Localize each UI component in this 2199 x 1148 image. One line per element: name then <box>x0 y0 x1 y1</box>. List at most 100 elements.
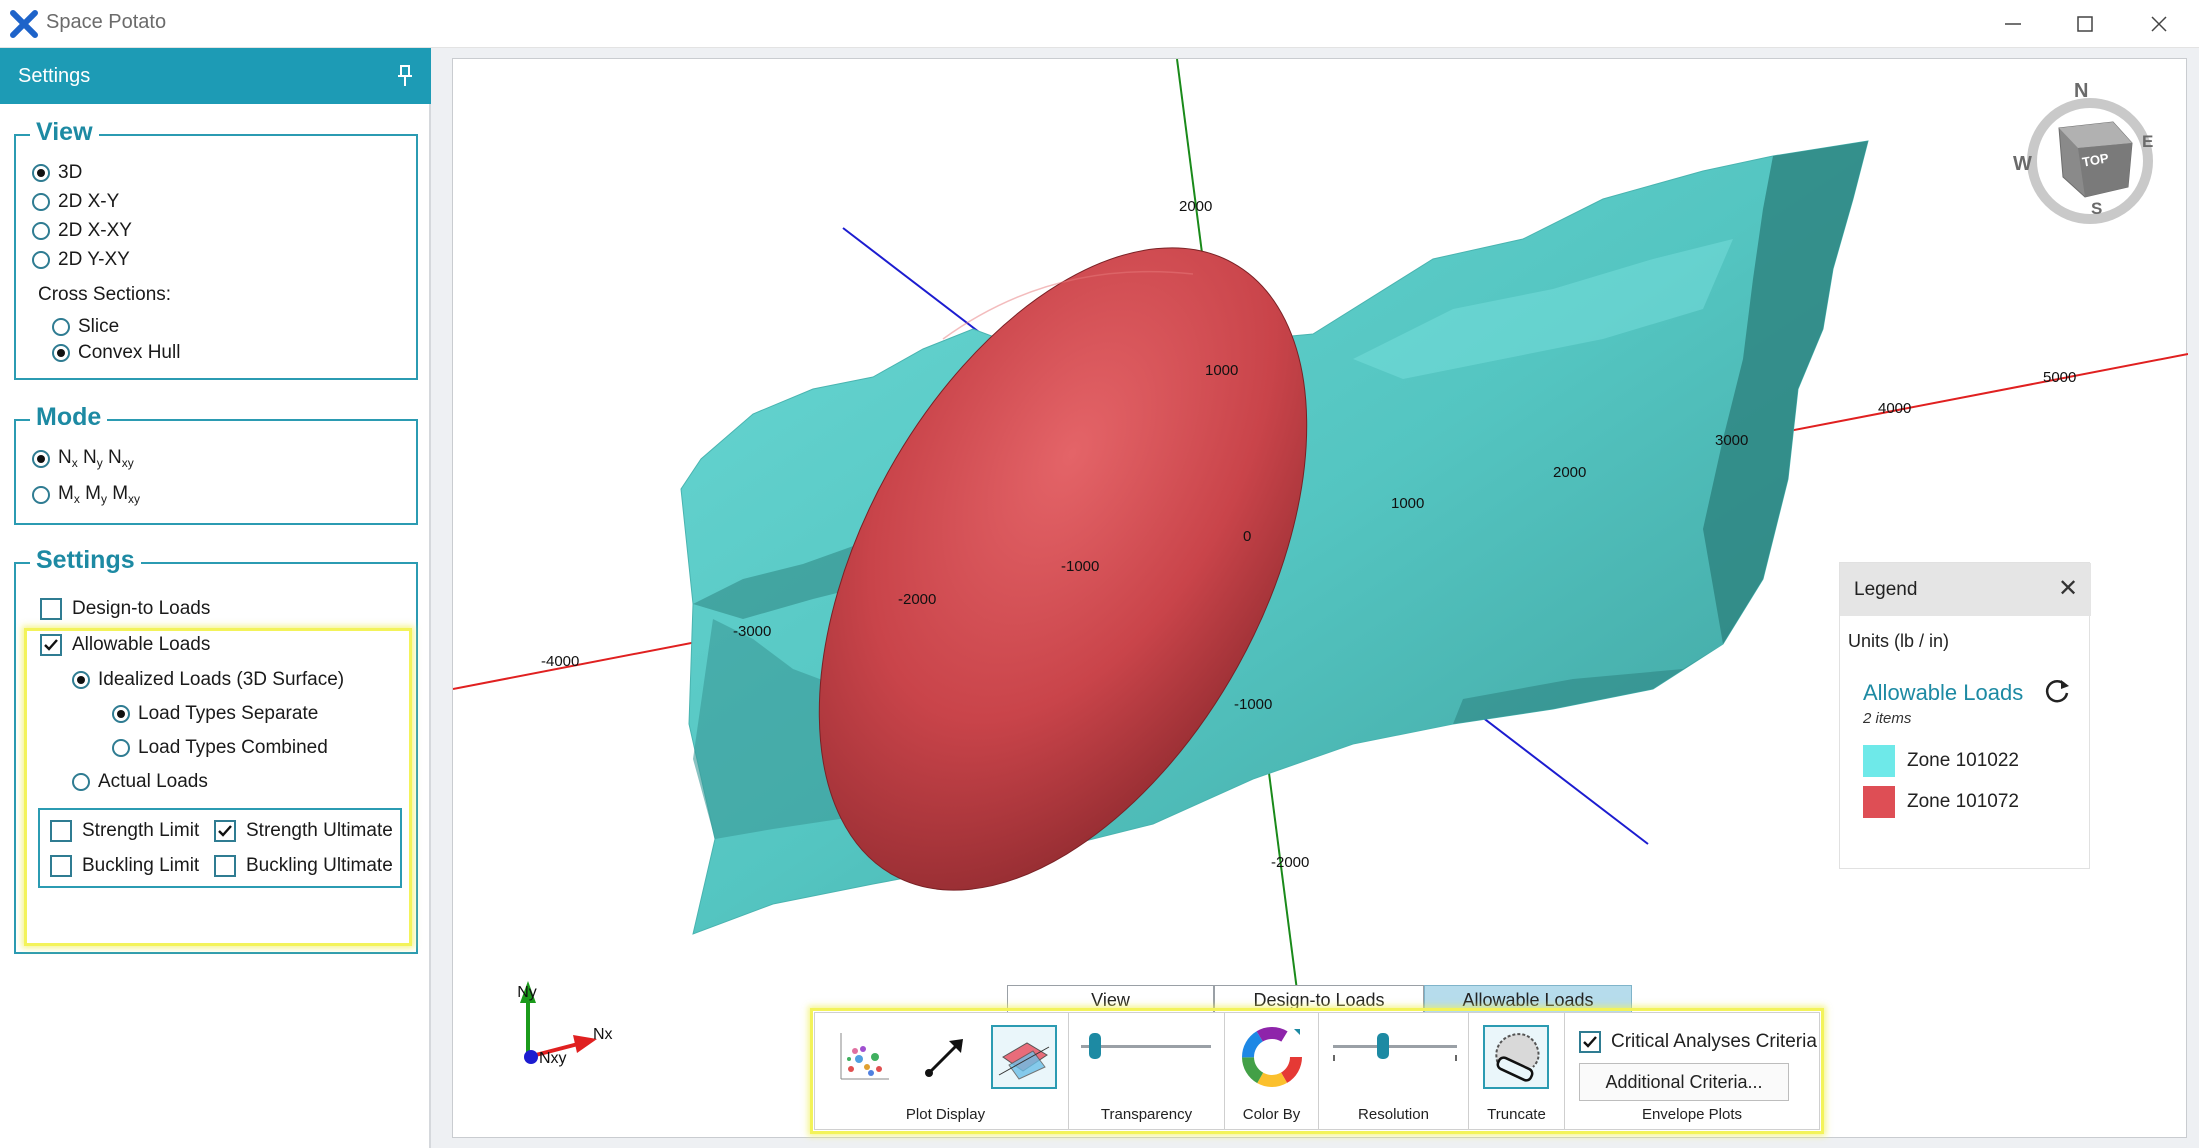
legend-title: Legend <box>1854 579 1918 600</box>
transparency-section: Transparency <box>1069 1013 1225 1129</box>
critical-criteria-option[interactable]: Critical Analyses Criteria <box>1579 1031 1817 1053</box>
buckling-ultimate-option[interactable]: Buckling Ultimate <box>214 855 393 877</box>
radio-2d-y-xy[interactable] <box>32 251 50 269</box>
compass-s-label: S <box>2091 199 2102 218</box>
y-tick-label: -2000 <box>1271 854 1309 871</box>
radio-actual-loads[interactable] <box>72 773 90 791</box>
radio-load-types-separate[interactable] <box>112 705 130 723</box>
color-by-section: Color By <box>1225 1013 1319 1129</box>
refresh-icon[interactable] <box>2043 677 2071 705</box>
app-logo-icon <box>10 10 38 38</box>
view-option-2d-y-xy[interactable]: 2D Y-XY <box>32 249 130 271</box>
view-option-2d-x-y[interactable]: 2D X-Y <box>32 191 119 213</box>
truncate-button[interactable] <box>1483 1025 1549 1089</box>
truncate-section: Truncate <box>1469 1013 1565 1129</box>
radio-convex-hull[interactable] <box>52 344 70 362</box>
truncate-icon <box>1495 1033 1540 1082</box>
maximize-button[interactable] <box>2062 8 2108 40</box>
load-types-separate-option[interactable]: Load Types Separate <box>112 703 318 725</box>
legend-item: Zone 101022 <box>1863 745 2019 777</box>
cross-section-slice[interactable]: Slice <box>52 316 119 338</box>
cross-sections-label: Cross Sections: <box>38 284 172 305</box>
color-wheel-icon[interactable] <box>1242 1027 1302 1087</box>
x-tick-label: 3000 <box>1715 432 1748 449</box>
scatter-plot-icon[interactable] <box>835 1029 891 1085</box>
color-by-label: Color By <box>1242 1106 1301 1123</box>
minimize-button[interactable] <box>1990 8 2036 40</box>
view-group-title: View <box>30 118 99 147</box>
legend-header: Legend ✕ <box>1840 563 2091 616</box>
radio-3d[interactable] <box>32 164 50 182</box>
navigation-cube[interactable]: TOP N E S W <box>2013 80 2153 224</box>
settings-panel: Settings View 3D 2D X-Y 2D X-XY 2D Y-XY … <box>0 48 431 1148</box>
transparency-slider-thumb[interactable] <box>1089 1033 1101 1059</box>
strength-ultimate-option[interactable]: Strength Ultimate <box>214 820 393 842</box>
mode-group-title: Mode <box>30 403 108 432</box>
radio-slice[interactable] <box>52 318 70 336</box>
view-option-2d-x-xy[interactable]: 2D X-XY <box>32 220 132 242</box>
actual-loads-option[interactable]: Actual Loads <box>72 771 208 793</box>
resolution-ticks <box>1333 1055 1457 1061</box>
envelope-plots-label: Envelope Plots <box>1641 1106 1743 1123</box>
radio-2d-x-y[interactable] <box>32 193 50 211</box>
design-to-loads-checkbox[interactable] <box>40 598 62 620</box>
strength-limit-option[interactable]: Strength Limit <box>50 820 199 842</box>
legend-item: Zone 101072 <box>1863 786 2019 818</box>
vector-arrow-icon[interactable] <box>917 1029 973 1085</box>
legend-units: Units (lb / in) <box>1848 631 1950 651</box>
settings-panel-title: Settings <box>18 65 91 87</box>
legend-close-icon[interactable]: ✕ <box>2058 577 2078 601</box>
envelope-plots-section: Critical Analyses Criteria Additional Cr… <box>1565 1013 1819 1129</box>
x-tick-label: -3000 <box>733 623 771 640</box>
y-tick-label: -1000 <box>1234 696 1272 713</box>
mode-n-label: Nx Ny Nxy <box>58 447 134 470</box>
buckling-limit-checkbox[interactable] <box>50 855 72 877</box>
x-tick-label: 5000 <box>2043 369 2076 386</box>
buckling-limit-option[interactable]: Buckling Limit <box>50 855 199 877</box>
3d-viewport[interactable]: -4000 -3000 -2000 -1000 0 1000 2000 3000… <box>452 58 2188 1138</box>
resolution-section: Resolution <box>1319 1013 1469 1129</box>
allowable-loads-checkbox[interactable] <box>40 634 62 656</box>
idealized-loads-option[interactable]: Idealized Loads (3D Surface) <box>72 669 344 691</box>
compass-w-label: W <box>2013 153 2032 175</box>
view-group: View 3D 2D X-Y 2D X-XY 2D Y-XY Cross Sec… <box>14 118 418 380</box>
view-option-3d[interactable]: 3D <box>32 162 82 184</box>
x-tick-label: -4000 <box>541 653 579 670</box>
surface-plot-button[interactable] <box>991 1025 1057 1089</box>
cross-section-convex-hull[interactable]: Convex Hull <box>52 342 180 364</box>
close-button[interactable] <box>2136 8 2182 40</box>
resolution-slider-track[interactable] <box>1333 1045 1457 1048</box>
radio-2d-x-xy[interactable] <box>32 222 50 240</box>
legend-group-title: Allowable Loads <box>1863 680 2024 705</box>
mode-option-n[interactable]: Nx Ny Nxy <box>32 447 134 470</box>
radio-idealized-loads[interactable] <box>72 671 90 689</box>
radio-mode-m[interactable] <box>32 485 50 504</box>
legend-panel: Legend ✕ Units (lb / in) Allowable Loads… <box>1839 562 2091 869</box>
x-tick-label: -1000 <box>1061 558 1099 575</box>
allowable-loads-option[interactable]: Allowable Loads <box>40 634 210 656</box>
mode-group: Mode Nx Ny Nxy Mx My Mxy <box>14 403 418 525</box>
compass-e-label: E <box>2142 132 2153 151</box>
resolution-slider-thumb[interactable] <box>1377 1033 1389 1059</box>
radio-load-types-combined[interactable] <box>112 739 130 757</box>
close-icon <box>2151 16 2167 32</box>
resolution-label: Resolution <box>1358 1106 1429 1123</box>
checkmark-icon <box>1583 1036 1597 1048</box>
legend-swatch-red <box>1863 786 1895 818</box>
strength-limit-checkbox[interactable] <box>50 820 72 842</box>
mode-option-m[interactable]: Mx My Mxy <box>32 483 140 506</box>
additional-criteria-button[interactable]: Additional Criteria... <box>1579 1063 1789 1101</box>
compass-n-label: N <box>2074 80 2088 102</box>
pin-icon[interactable] <box>396 64 414 88</box>
x-tick-label: -2000 <box>898 591 936 608</box>
critical-criteria-checkbox[interactable] <box>1579 1031 1601 1053</box>
mode-m-label: Mx My Mxy <box>58 483 141 506</box>
load-types-combined-option[interactable]: Load Types Combined <box>112 737 328 759</box>
design-to-loads-option[interactable]: Design-to Loads <box>40 598 210 620</box>
buckling-ultimate-checkbox[interactable] <box>214 855 236 877</box>
strength-ultimate-checkbox[interactable] <box>214 820 236 842</box>
legend-item-count: 2 items <box>1863 710 1912 727</box>
triad-nxy-label: Nxy <box>539 1050 567 1067</box>
radio-mode-n[interactable] <box>32 449 50 468</box>
allowable-loads-toolbar: Plot Display Transparency Color By Resol… <box>814 1012 1820 1130</box>
